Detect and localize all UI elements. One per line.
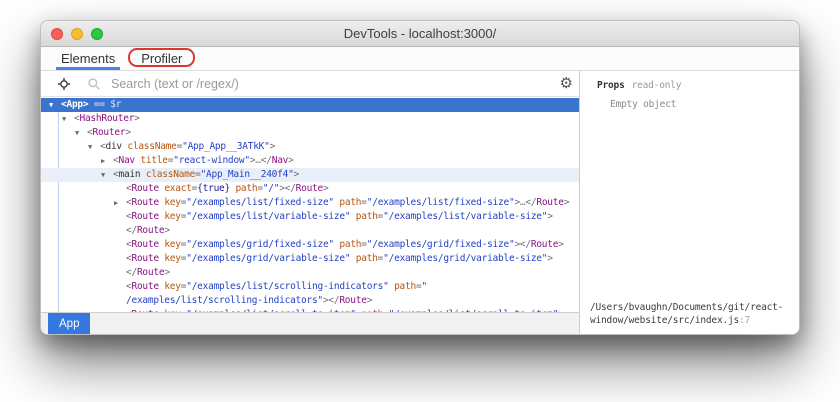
tree-row[interactable]: <Route key="/examples/list/scrolling-ind… — [41, 280, 579, 294]
zoom-button[interactable] — [91, 28, 103, 40]
chevron-down-icon[interactable]: ▼ — [75, 126, 87, 140]
arrow-spacer — [114, 252, 126, 266]
tree-row[interactable]: <Route key="/examples/grid/variable-size… — [41, 252, 579, 266]
props-header: Props read-only — [597, 80, 791, 91]
search-bar: ⚙ — [41, 71, 579, 97]
tab-profiler[interactable]: Profiler — [128, 47, 196, 70]
chevron-down-icon[interactable]: ▼ — [101, 168, 113, 182]
tab-bar: Elements Profiler — [41, 47, 799, 71]
window-title: DevTools - localhost:3000/ — [343, 26, 497, 41]
source-path-line1: /Users/bvaughn/Documents/git/react- — [590, 302, 784, 313]
arrow-spacer — [114, 280, 126, 294]
devtools-window: DevTools - localhost:3000/ Elements Prof… — [40, 20, 800, 335]
source-line-number: :7 — [739, 315, 751, 326]
arrow-spacer — [114, 266, 126, 280]
tab-elements[interactable]: Elements — [56, 47, 121, 70]
arrow-spacer — [114, 182, 126, 196]
chevron-down-icon[interactable]: ▼ — [49, 98, 61, 112]
arrow-spacer — [114, 308, 126, 312]
tree-row[interactable]: <Route key="/examples/list/scroll-to-ite… — [41, 308, 579, 312]
title-bar[interactable]: DevTools - localhost:3000/ — [41, 21, 799, 47]
tab-elements-label: Elements — [61, 51, 116, 66]
tree-row[interactable]: ▼ <Router> — [41, 126, 579, 140]
arrow-spacer — [114, 224, 126, 238]
tree-row[interactable]: </Route> — [41, 266, 579, 280]
tree-row[interactable]: </Route> — [41, 224, 579, 238]
tree-row[interactable]: <Route key="/examples/grid/fixed-size" p… — [41, 238, 579, 252]
elements-panel: ⚙ ▼<App> == $r▼<HashRouter>▼<Router>▼<di… — [41, 71, 579, 334]
chevron-right-icon[interactable]: ▶ — [101, 154, 113, 168]
props-value: Empty object — [610, 99, 677, 110]
chevron-down-icon[interactable]: ▼ — [62, 112, 74, 126]
tree-row[interactable]: ▼ <HashRouter> — [41, 112, 579, 126]
search-icon — [87, 77, 101, 91]
tree-row[interactable]: ▼ <App> == $r — [41, 98, 579, 112]
tree-row[interactable]: ▼ <div className="App_App__3ATkK"> — [41, 140, 579, 154]
tree-row[interactable]: ▶ <Route key="/examples/list/fixed-size" … — [41, 196, 579, 210]
breadcrumb-item-app[interactable]: App — [48, 313, 91, 334]
source-path-line2: window/website/src/index.js — [590, 315, 740, 326]
arrow-spacer — [114, 210, 126, 224]
search-input[interactable] — [111, 76, 556, 91]
element-tree[interactable]: ▼ <App> == $r ▼ <HashRouter> ▼ <Router> ▼ <div … — [41, 97, 579, 312]
source-location[interactable]: /Users/bvaughn/Documents/git/react- wind… — [580, 299, 799, 334]
props-mode-label: read-only — [631, 80, 682, 91]
tree-row[interactable]: ▼ <main className="App_Main__240f4"> — [41, 168, 579, 182]
arrow-spacer — [114, 238, 126, 252]
tree-row[interactable]: <Route key="/examples/list/variable-size… — [41, 210, 579, 224]
chevron-right-icon[interactable]: ▶ — [114, 196, 126, 210]
close-button[interactable] — [51, 28, 63, 40]
props-panel: Props read-only Empty object /Users/bvaug… — [580, 71, 799, 334]
tab-profiler-label: Profiler — [141, 51, 183, 66]
tree-row[interactable]: /examples/list/scrolling-indicators"></R… — [41, 294, 579, 308]
breadcrumb: App — [41, 312, 579, 334]
tree-row[interactable]: <Route exact={true} path="/"></Route> — [41, 182, 579, 196]
arrow-spacer — [114, 294, 126, 308]
gear-icon[interactable]: ⚙ — [560, 76, 573, 91]
tree-row[interactable]: ▶ <Nav title="react-window">…</Nav> — [41, 154, 579, 168]
inspect-element-icon[interactable] — [57, 77, 71, 91]
props-title: Props — [597, 80, 625, 91]
traffic-lights — [51, 28, 103, 40]
minimize-button[interactable] — [71, 28, 83, 40]
chevron-down-icon[interactable]: ▼ — [88, 140, 100, 154]
